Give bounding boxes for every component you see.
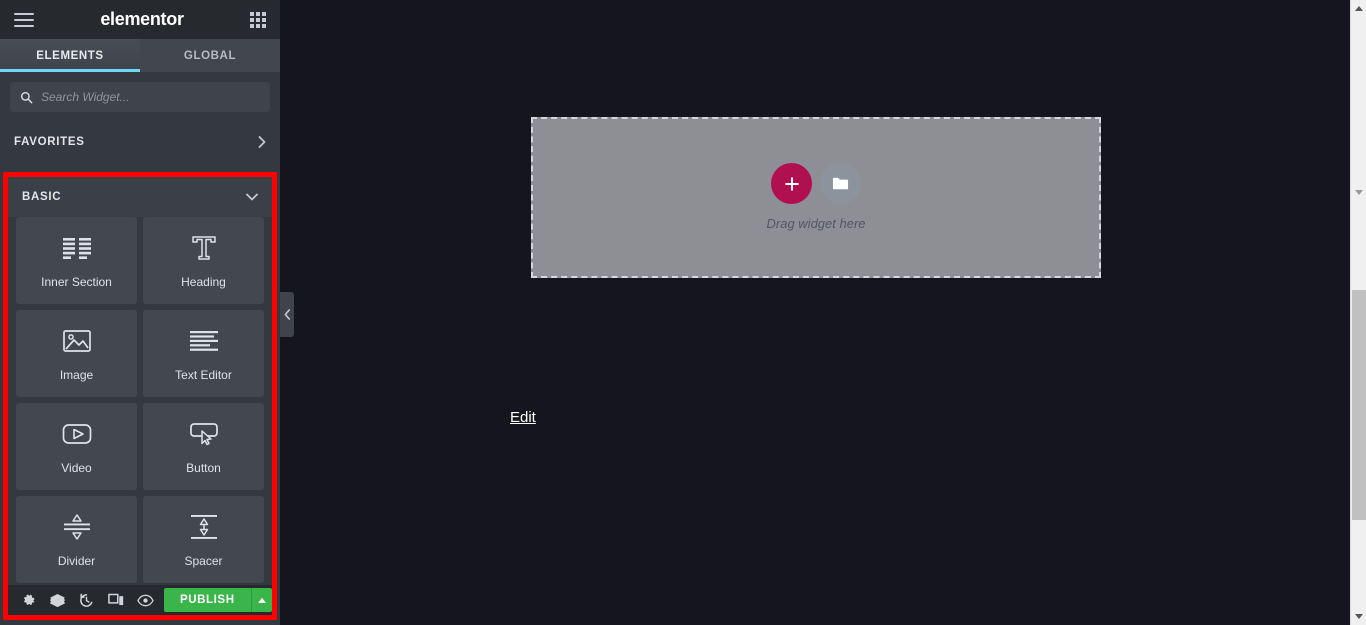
widget-label: Spacer <box>184 553 223 568</box>
template-library-button[interactable] <box>820 163 861 204</box>
elementor-logo: elementor <box>100 9 184 29</box>
edit-link[interactable]: Edit <box>510 409 536 426</box>
drop-zone-content: Drag widget here <box>533 163 1099 231</box>
annotation-highlight-box: BASIC Inner Section Heading Image Text E… <box>3 172 277 620</box>
widget-heading[interactable]: Heading <box>143 217 264 304</box>
drop-zone-actions <box>771 163 861 204</box>
widget-text-editor[interactable]: Text Editor <box>143 310 264 397</box>
section-basic[interactable]: BASIC <box>8 177 272 217</box>
widget-label: Text Editor <box>175 367 232 382</box>
basic-section: BASIC Inner Section Heading Image Text E… <box>8 177 272 615</box>
widget-label: Button <box>186 460 221 475</box>
publish-options-arrow[interactable] <box>250 588 272 612</box>
scroll-up-arrow[interactable] <box>1351 0 1366 17</box>
section-favorites-label: FAVORITES <box>14 136 85 148</box>
widget-divider[interactable]: Divider <box>16 496 137 583</box>
widget-label: Video <box>61 460 92 475</box>
widget-inner-section[interactable]: Inner Section <box>16 217 137 304</box>
drop-zone-text: Drag widget here <box>766 216 866 231</box>
widget-label: Inner Section <box>41 274 112 289</box>
hamburger-icon[interactable] <box>14 12 34 27</box>
widget-video[interactable]: Video <box>16 403 137 490</box>
responsive-icon[interactable] <box>102 585 131 615</box>
add-section-button[interactable] <box>771 163 812 204</box>
publish-button[interactable]: PUBLISH <box>163 588 251 612</box>
layers-icon[interactable] <box>43 585 72 615</box>
tab-elements[interactable]: ELEMENTS <box>0 39 140 72</box>
section-basic-label: BASIC <box>22 191 62 203</box>
panel-header: elementor <box>0 0 280 39</box>
divider-icon <box>62 512 92 542</box>
widget-image[interactable]: Image <box>16 310 137 397</box>
editor-canvas: Drag widget here Edit <box>280 0 1366 625</box>
scroll-down-arrow[interactable] <box>1351 608 1366 625</box>
columns-icon <box>62 233 92 263</box>
chevron-down-icon <box>246 193 258 201</box>
widget-grid: Inner Section Heading Image Text Editor … <box>8 217 272 585</box>
scroll-down-triangle <box>1355 614 1363 619</box>
video-play-icon <box>62 419 92 449</box>
widget-label: Image <box>59 367 94 382</box>
widget-label: Divider <box>57 553 96 568</box>
text-lines-icon <box>189 326 219 356</box>
preview-eye-icon[interactable] <box>131 585 160 615</box>
search-box[interactable] <box>10 82 270 112</box>
tab-global[interactable]: GLOBAL <box>140 39 280 72</box>
panel-collapse-handle[interactable] <box>280 292 294 337</box>
widget-spacer[interactable]: Spacer <box>143 496 264 583</box>
widget-label: Heading <box>181 274 226 289</box>
search-icon <box>20 91 33 104</box>
grid-apps-icon[interactable] <box>249 11 266 28</box>
heading-t-icon <box>190 233 218 263</box>
section-favorites[interactable]: FAVORITES <box>0 122 280 162</box>
spacer-icon <box>189 512 219 542</box>
button-cursor-icon <box>189 419 219 449</box>
page-scrollbar[interactable] <box>1350 0 1366 625</box>
scroll-mini-triangle <box>1355 189 1363 195</box>
elementor-editor: elementor ELEMENTS GLOBAL FAVORITES <box>0 0 1366 625</box>
panel-bottom-bar: PUBLISH <box>8 585 272 615</box>
widget-button[interactable]: Button <box>143 403 264 490</box>
scroll-mini-marker <box>1351 186 1366 198</box>
drop-zone[interactable]: Drag widget here <box>531 117 1101 278</box>
settings-icon[interactable] <box>14 585 43 615</box>
chevron-right-icon <box>258 136 266 148</box>
history-icon[interactable] <box>72 585 101 615</box>
image-icon <box>62 326 91 356</box>
scroll-thumb[interactable] <box>1352 290 1366 520</box>
scroll-up-triangle <box>1355 6 1363 11</box>
search-area <box>0 72 280 122</box>
search-input[interactable] <box>41 90 260 104</box>
panel-tabs: ELEMENTS GLOBAL <box>0 39 280 72</box>
widget-panel: elementor ELEMENTS GLOBAL FAVORITES <box>0 0 294 625</box>
